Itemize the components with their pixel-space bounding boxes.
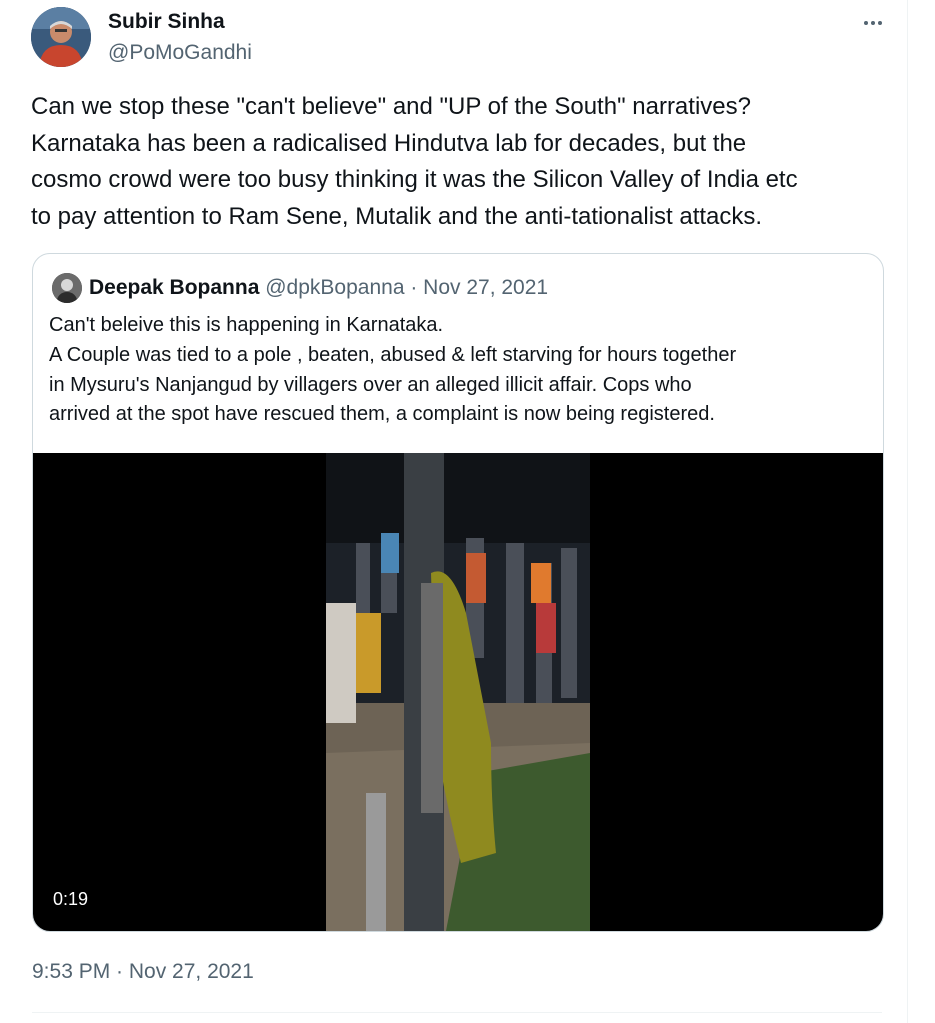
quoted-author-handle[interactable]: @dpkBopanna xyxy=(265,276,404,299)
quoted-tweet-card[interactable]: Deepak Bopanna @dpkBopanna · Nov 27, 202… xyxy=(32,253,884,932)
tweet-text: Can we stop these "can't believe" and "U… xyxy=(31,93,798,230)
video-thumbnail xyxy=(326,453,590,931)
quoted-tweet-header: Deepak Bopanna @dpkBopanna · Nov 27, 202… xyxy=(89,275,548,301)
quoted-tweet-date[interactable]: Nov 27, 2021 xyxy=(423,276,548,299)
author-handle[interactable]: @PoMoGandhi xyxy=(108,40,252,66)
video-duration: 0:19 xyxy=(47,886,95,912)
quoted-avatar-image xyxy=(52,273,82,303)
quoted-author-name[interactable]: Deepak Bopanna xyxy=(89,276,259,299)
divider xyxy=(32,1012,882,1013)
more-horizontal-icon xyxy=(864,21,882,25)
meta-separator: · xyxy=(404,276,424,299)
quoted-tweet-text: Can't beleive this is happening in Karna… xyxy=(49,314,737,426)
author-name[interactable]: Subir Sinha xyxy=(108,9,225,35)
quoted-author-avatar[interactable] xyxy=(52,273,82,303)
more-options-button[interactable] xyxy=(856,10,890,36)
author-avatar[interactable] xyxy=(31,7,91,67)
avatar-image xyxy=(31,7,91,67)
timeline-border xyxy=(907,0,908,1023)
tweet-timestamp[interactable]: 9:53 PM · Nov 27, 2021 xyxy=(32,959,254,985)
video-player[interactable]: 0:19 xyxy=(33,453,883,931)
